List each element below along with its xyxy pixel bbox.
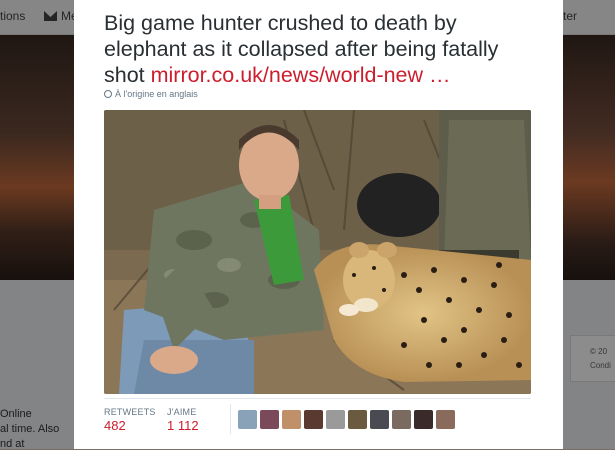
tweet-photo-image xyxy=(104,110,531,394)
tweet-link[interactable]: mirror.co.uk/news/world-new … xyxy=(151,63,451,87)
avatar-5[interactable] xyxy=(326,410,345,429)
tweet-text: Big game hunter crushed to death by elep… xyxy=(104,10,544,88)
likes-count[interactable]: 1 112 xyxy=(167,418,199,433)
avatar-1[interactable] xyxy=(238,410,257,429)
avatar-9[interactable] xyxy=(414,410,433,429)
globe-icon xyxy=(104,90,112,98)
retweets-count[interactable]: 482 xyxy=(104,418,126,433)
retweets-label: RETWEETS xyxy=(104,407,156,417)
avatar-7[interactable] xyxy=(370,410,389,429)
tweet-modal: Big game hunter crushed to death by elep… xyxy=(74,0,563,449)
avatar-10[interactable] xyxy=(436,410,455,429)
avatar-8[interactable] xyxy=(392,410,411,429)
stats-divider xyxy=(230,404,231,434)
translation-label: À l'origine en anglais xyxy=(115,89,198,99)
stats-separator xyxy=(104,398,531,399)
translation-note[interactable]: À l'origine en anglais xyxy=(104,89,198,99)
likes-label: J'AIME xyxy=(167,407,197,417)
liker-avatars xyxy=(238,410,455,429)
avatar-6[interactable] xyxy=(348,410,367,429)
avatar-2[interactable] xyxy=(260,410,279,429)
tweet-photo[interactable] xyxy=(104,110,531,394)
avatar-4[interactable] xyxy=(304,410,323,429)
avatar-3[interactable] xyxy=(282,410,301,429)
